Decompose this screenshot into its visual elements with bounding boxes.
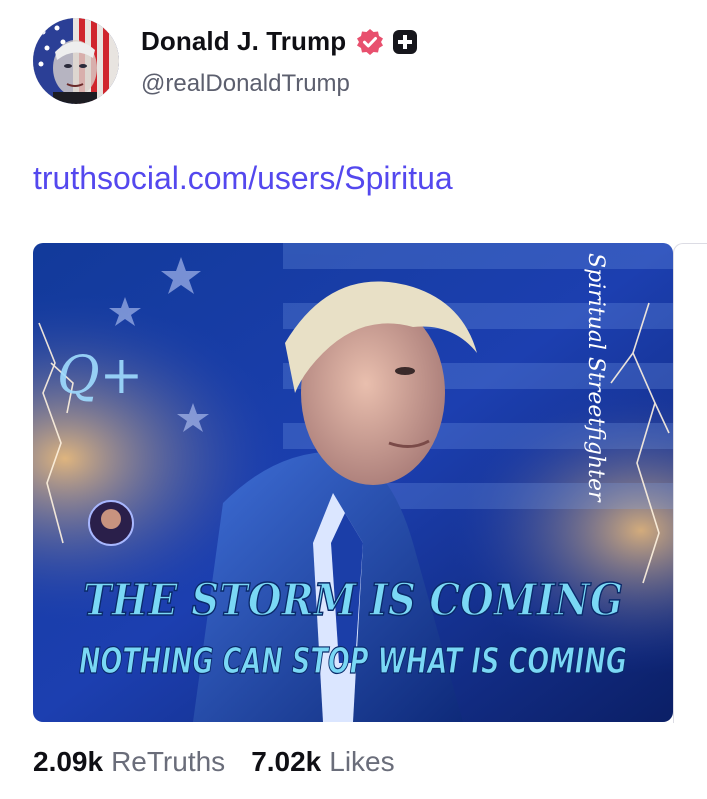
post-media[interactable]: Q+ Spiritual Streetfighter THE STORM IS … <box>33 243 673 722</box>
verified-badge-icon <box>357 28 384 55</box>
media-emblem: Q+ <box>57 346 143 406</box>
next-media-peek[interactable] <box>673 243 707 723</box>
retruths-label[interactable]: ReTruths <box>111 746 225 778</box>
author-name-row: Donald J. Trump <box>141 26 418 57</box>
media-headline: THE STORM IS COMING <box>83 575 623 626</box>
post-stats: 2.09k ReTruths 7.02k Likes <box>33 746 395 778</box>
author-handle[interactable]: @realDonaldTrump <box>141 70 350 98</box>
media-subline: NOTHING CAN STOP WHAT IS COMING <box>79 641 627 682</box>
post-link[interactable]: truthsocial.com/users/Spiritua <box>33 160 453 197</box>
truth-plus-icon <box>393 29 418 54</box>
post-header: Donald J. Trump @realDonaldTrump <box>33 18 693 108</box>
likes-label[interactable]: Likes <box>329 746 394 778</box>
author-display-name[interactable]: Donald J. Trump <box>141 26 346 57</box>
media-image: Q+ Spiritual Streetfighter THE STORM IS … <box>33 243 673 722</box>
media-side-text: Spiritual Streetfighter <box>583 253 608 503</box>
avatar-image <box>33 18 119 104</box>
avatar[interactable] <box>33 18 119 104</box>
likes-count[interactable]: 7.02k <box>251 746 321 778</box>
retruths-count[interactable]: 2.09k <box>33 746 103 778</box>
